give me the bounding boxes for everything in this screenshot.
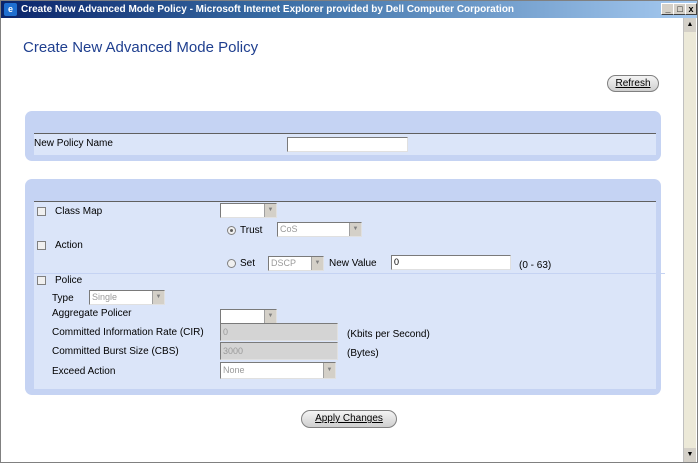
chevron-down-icon: ▼	[264, 204, 276, 217]
cir-unit: (Kbits per Second)	[347, 329, 430, 340]
set-radio[interactable]	[227, 259, 236, 268]
class-map-label: Class Map	[55, 206, 103, 217]
browser-window: e Create New Advanced Mode Policy - Micr…	[0, 0, 698, 463]
police-label: Police	[55, 275, 83, 286]
policy-settings-panel: Class Map ▼ Trust CoS ▼ Action Set DSCP …	[25, 179, 665, 395]
page-title: Create New Advanced Mode Policy	[23, 39, 259, 56]
trust-label: Trust	[240, 225, 263, 236]
trust-select[interactable]: CoS ▼	[277, 222, 362, 237]
police-checkbox[interactable]	[37, 276, 46, 285]
new-value-range: (0 - 63)	[519, 260, 552, 271]
trust-radio[interactable]	[227, 226, 236, 235]
refresh-button[interactable]: Refresh	[607, 75, 659, 92]
scroll-up-icon[interactable]: ▲	[684, 18, 696, 32]
cbs-label: Committed Burst Size (CBS)	[52, 346, 179, 357]
policy-settings-area: Class Map ▼ Trust CoS ▼ Action Set DSCP …	[25, 201, 665, 389]
type-select[interactable]: Single ▼	[89, 290, 165, 305]
chevron-down-icon: ▼	[152, 291, 164, 304]
policy-name-panel: New Policy Name	[25, 111, 661, 161]
window-title: Create New Advanced Mode Policy - Micros…	[21, 4, 515, 15]
exceed-action-select[interactable]: None ▼	[220, 362, 336, 379]
new-value-label: New Value	[329, 258, 377, 269]
aggregate-policer-select[interactable]: ▼	[220, 309, 277, 324]
cbs-unit: (Bytes)	[347, 348, 379, 359]
set-select[interactable]: DSCP ▼	[268, 256, 324, 271]
chevron-down-icon: ▼	[311, 257, 323, 270]
chevron-down-icon: ▼	[349, 223, 361, 236]
action-checkbox[interactable]	[37, 241, 46, 250]
type-label: Type	[52, 293, 74, 304]
new-value-input[interactable]: 0	[391, 255, 511, 270]
action-label: Action	[55, 240, 83, 251]
exceed-action-label: Exceed Action	[52, 366, 116, 377]
scroll-down-icon[interactable]: ▼	[684, 448, 696, 462]
class-map-select[interactable]: ▼	[220, 203, 277, 218]
section-divider	[25, 273, 665, 274]
policy-name-input[interactable]	[287, 137, 408, 152]
policy-name-row: New Policy Name	[34, 133, 656, 155]
chevron-down-icon: ▼	[323, 363, 335, 378]
policy-name-label: New Policy Name	[34, 138, 113, 149]
aggregate-policer-label: Aggregate Policer	[52, 308, 132, 319]
cir-input[interactable]: 0	[220, 323, 338, 341]
cir-label: Committed Information Rate (CIR)	[52, 327, 204, 338]
internet-explorer-icon: e	[4, 3, 17, 16]
chevron-down-icon: ▼	[264, 310, 276, 323]
close-button[interactable]: x	[685, 3, 697, 15]
class-map-checkbox[interactable]	[37, 207, 46, 216]
vertical-scrollbar[interactable]: ▲ ▼	[683, 18, 696, 462]
apply-changes-button[interactable]: Apply Changes	[301, 410, 397, 428]
title-bar: e Create New Advanced Mode Policy - Micr…	[1, 1, 697, 18]
set-label: Set	[240, 258, 256, 269]
cbs-input[interactable]: 3000	[220, 342, 338, 360]
